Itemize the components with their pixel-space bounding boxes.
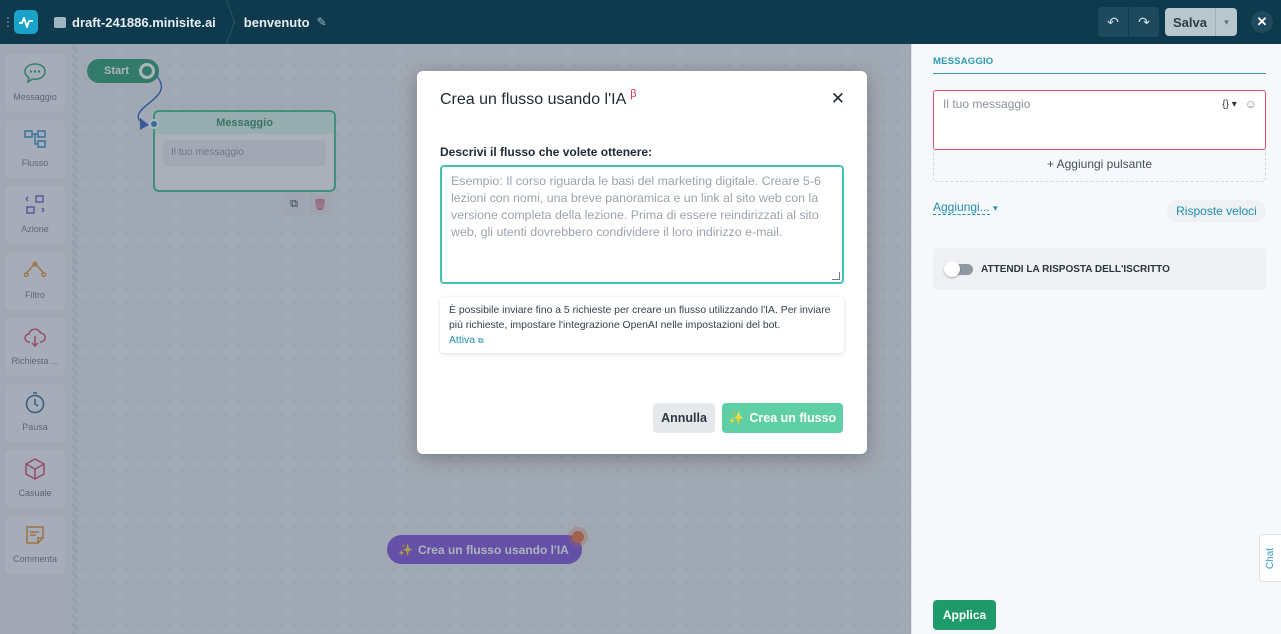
info-box: È possibile inviare fino a 5 richieste p… (440, 297, 844, 353)
save-button[interactable]: Salva (1165, 8, 1215, 36)
create-flow-button[interactable]: ✨ Crea un flusso (722, 403, 843, 433)
description-textarea[interactable]: Esempio: Il corso riguarda le basi del m… (440, 165, 844, 284)
activate-link[interactable]: Attiva ⧉ (449, 335, 484, 346)
site-selector[interactable]: draft-241886.minisite.ai (54, 15, 216, 30)
flow-name[interactable]: benvenuto ✎ (244, 15, 327, 30)
redo-button[interactable]: ↷ (1129, 7, 1159, 37)
add-dropdown[interactable]: Aggiungi... ▾ (933, 200, 998, 215)
save-dropdown-chevron-icon[interactable]: ▾ (1215, 8, 1237, 36)
site-chat-icon (54, 16, 66, 28)
modal-title: Crea un flusso usando l'IA β (440, 88, 637, 108)
quick-replies-button[interactable]: Risposte veloci (1167, 200, 1266, 222)
resize-handle-icon[interactable] (832, 272, 840, 280)
apply-button[interactable]: Applica (933, 600, 996, 630)
cancel-button[interactable]: Annulla (653, 403, 715, 433)
external-link-icon: ⧉ (477, 336, 484, 345)
variables-icon[interactable]: {} ▾ (1222, 99, 1236, 110)
description-placeholder: Esempio: Il corso riguarda le basi del m… (451, 174, 821, 239)
undo-redo-group: ↶ ↷ (1098, 7, 1159, 37)
site-name: draft-241886.minisite.ai (72, 14, 216, 30)
redo-icon: ↷ (1138, 13, 1150, 30)
info-text: È possibile inviare fino a 5 richieste p… (449, 305, 831, 331)
top-bar: ⋮ draft-241886.minisite.ai benvenuto ✎ ↶… (0, 0, 1281, 44)
wait-reply-toggle[interactable] (944, 260, 973, 277)
chevron-down-icon: ▾ (993, 203, 998, 213)
chat-tab[interactable]: Chat (1259, 534, 1281, 582)
breadcrumb-separator (224, 0, 244, 44)
close-editor-button[interactable]: ✕ (1251, 11, 1273, 33)
edit-pencil-icon[interactable]: ✎ (317, 15, 327, 29)
properties-panel: MESSAGGIO Il tuo messaggio {} ▾ ☺ + Aggi… (911, 44, 1281, 634)
sparkle-icon: ✨ (728, 410, 745, 425)
close-icon: ✕ (1256, 14, 1268, 29)
app-logo-icon[interactable] (14, 10, 38, 34)
message-placeholder: Il tuo messaggio (943, 97, 1031, 111)
message-textarea[interactable]: Il tuo messaggio {} ▾ ☺ (933, 90, 1266, 150)
menu-dots-icon[interactable]: ⋮ (2, 15, 14, 29)
modal-close-button[interactable]: ✕ (831, 89, 845, 109)
emoji-icon[interactable]: ☺ (1245, 97, 1257, 111)
beta-badge: β (630, 88, 637, 100)
flow-name-text: benvenuto (243, 14, 310, 30)
undo-button[interactable]: ↶ (1098, 7, 1128, 37)
wait-reply-label: ATTENDI LA RISPOSTA DELL'ISCRITTO (981, 263, 1170, 275)
close-icon: ✕ (830, 89, 845, 108)
undo-icon: ↶ (1107, 13, 1119, 30)
wait-reply-row: ATTENDI LA RISPOSTA DELL'ISCRITTO (933, 248, 1266, 290)
add-button-button[interactable]: + Aggiungi pulsante (933, 150, 1266, 182)
panel-title: MESSAGGIO (933, 56, 994, 67)
ai-flow-modal: Crea un flusso usando l'IA β ✕ Descrivi … (417, 71, 867, 454)
description-label: Descrivi il flusso che volete ottenere: (440, 145, 653, 159)
